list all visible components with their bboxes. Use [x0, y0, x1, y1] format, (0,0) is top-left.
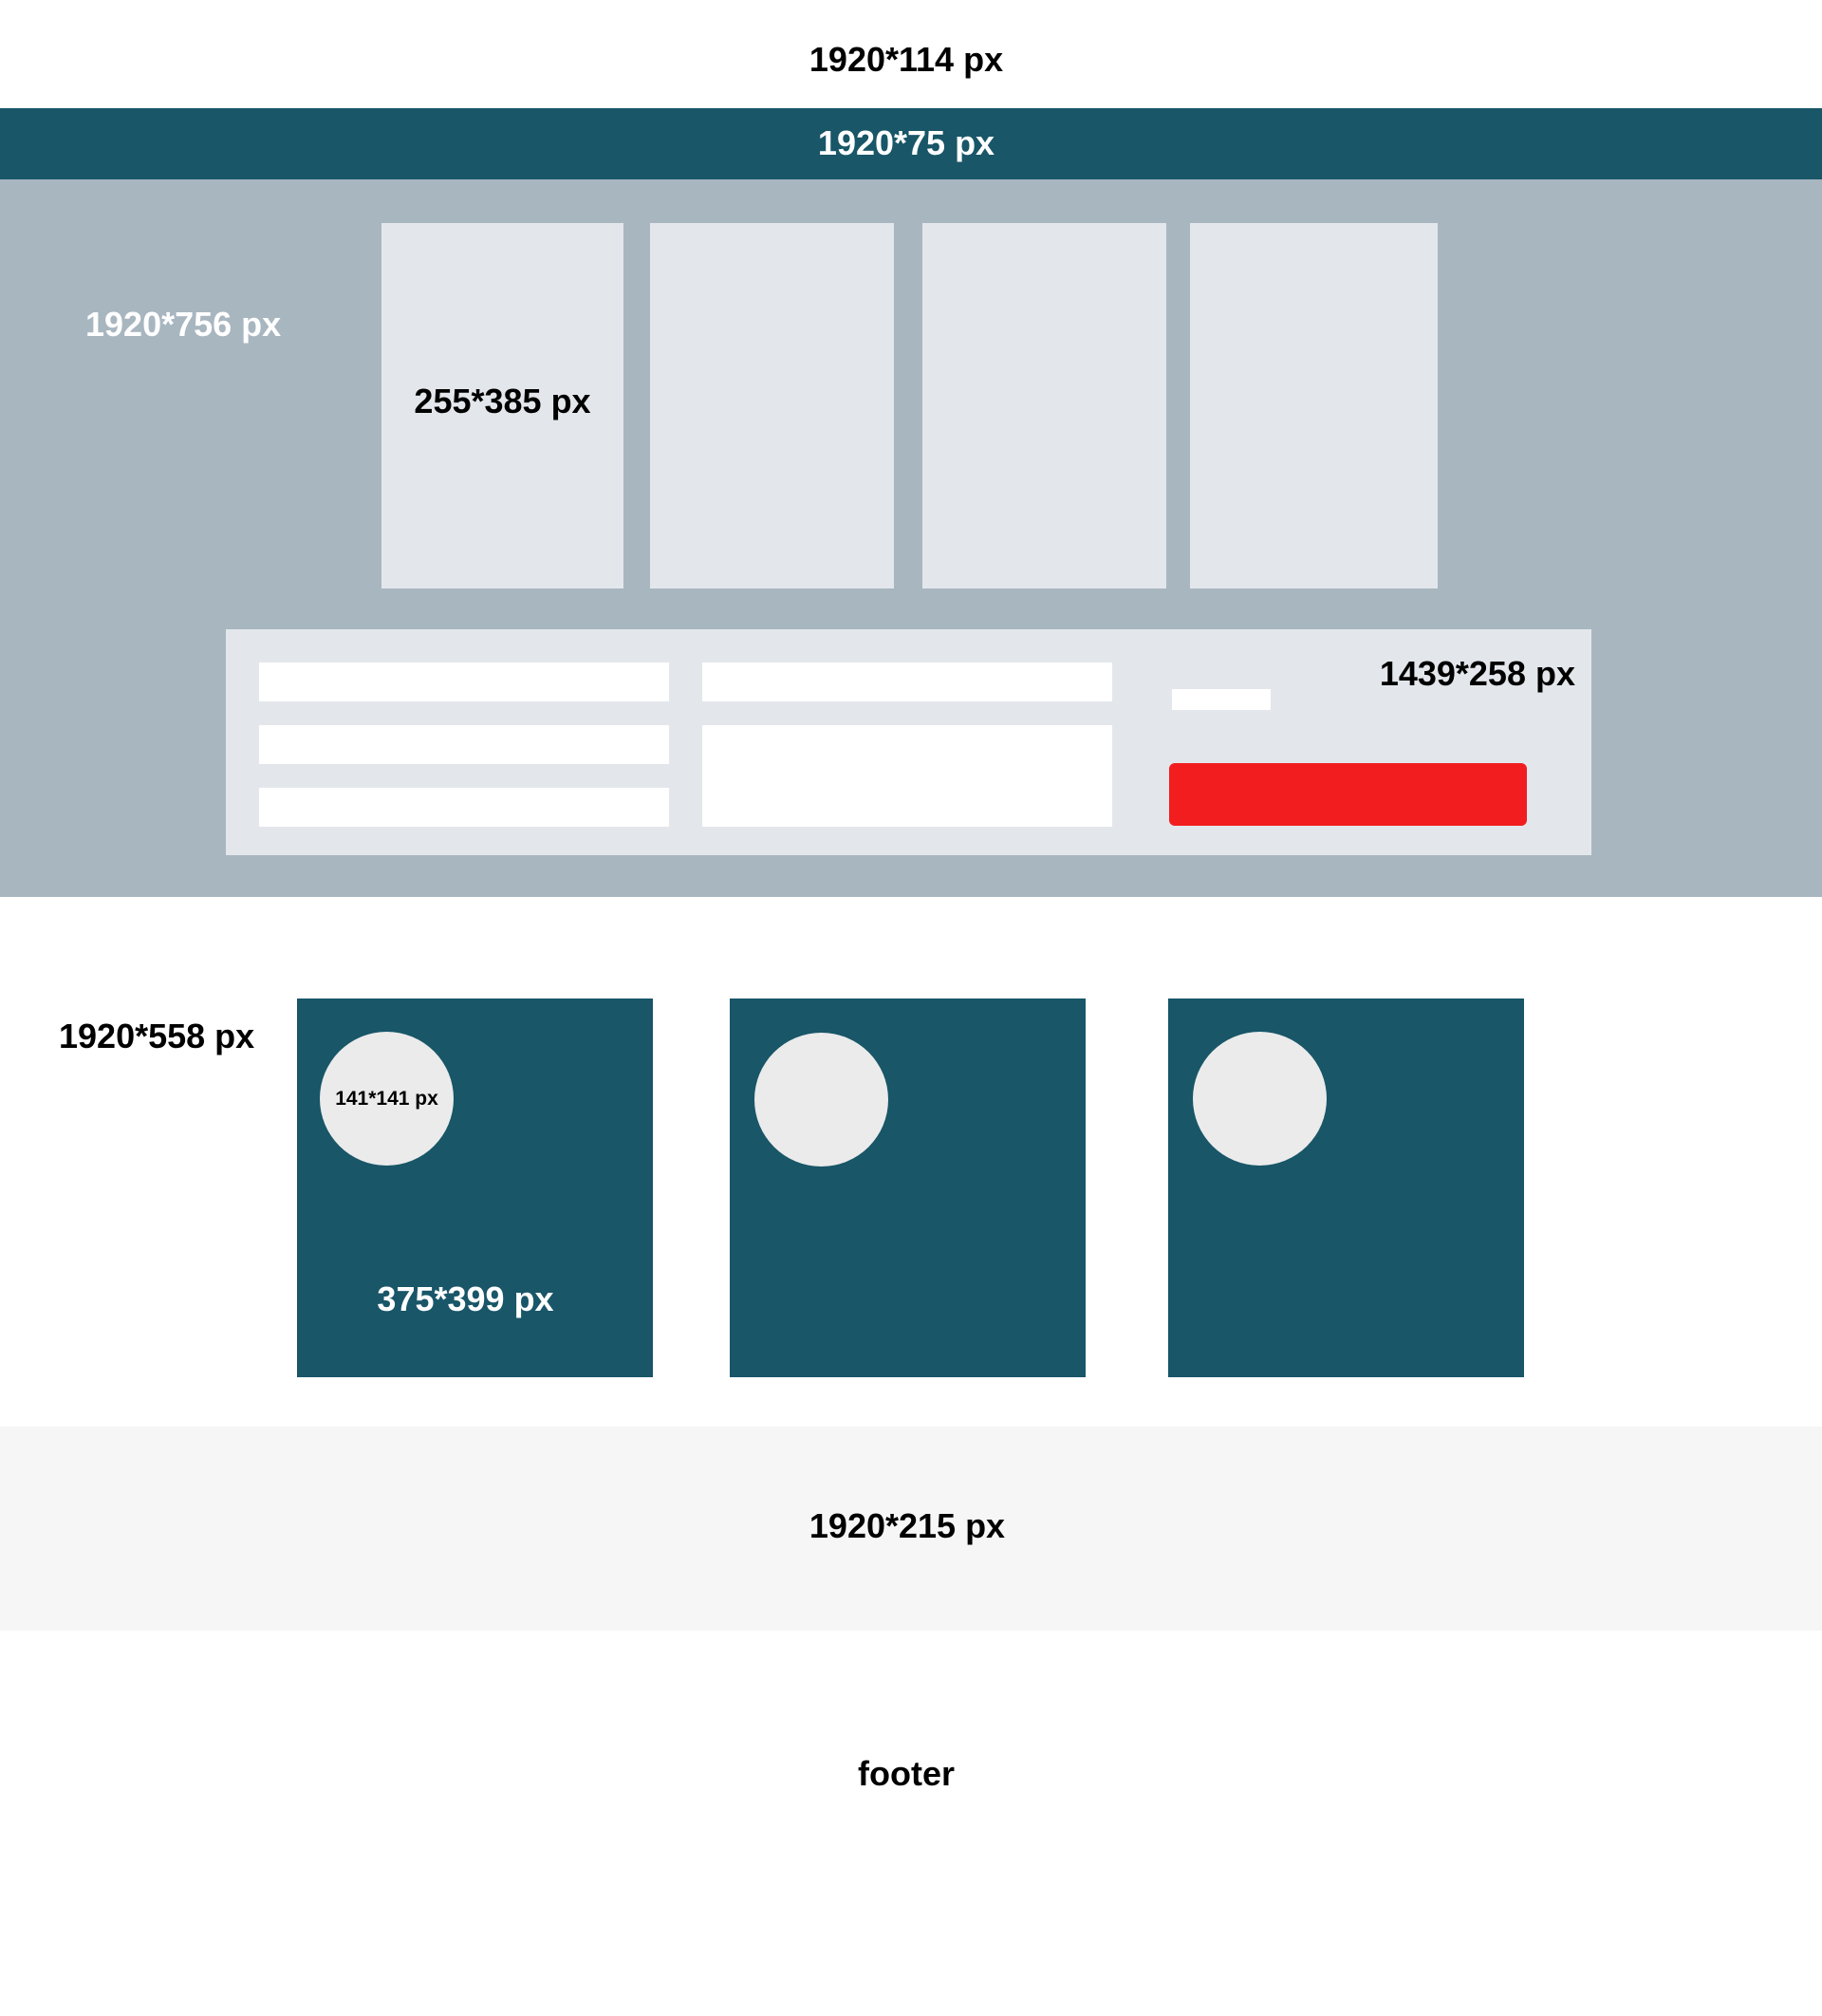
- feature-card-size-label: 375*399 px: [377, 1279, 554, 1318]
- hero-card-size-label: 255*385 px: [414, 382, 591, 420]
- form-panel: 1439*258 px: [226, 629, 1591, 855]
- feature-circle-size-label: 141*141 px: [335, 1088, 438, 1110]
- feature-circle: [754, 1033, 888, 1167]
- form-input[interactable]: [702, 663, 1112, 701]
- header-size-label: 1920*114 px: [809, 40, 1004, 79]
- submit-button[interactable]: [1169, 763, 1527, 826]
- form-textarea[interactable]: [702, 725, 1112, 827]
- hero-card: [650, 223, 894, 588]
- header-section: 1920*114 px: [0, 0, 1822, 108]
- feature-card: 141*141 px 375*399 px: [297, 999, 653, 1377]
- form-input[interactable]: [259, 663, 669, 701]
- form-checkbox-placeholder[interactable]: [1172, 689, 1271, 710]
- hero-card: 255*385 px: [381, 223, 623, 588]
- features-size-label: 1920*558 px: [59, 1017, 255, 1055]
- hero-size-label: 1920*756 px: [85, 305, 282, 344]
- feature-circle: [1193, 1032, 1327, 1166]
- features-section: 1920*558 px 141*141 px 375*399 px: [0, 897, 1822, 1427]
- hero-section: 1920*756 px 255*385 px 1439*258 px: [0, 179, 1822, 897]
- form-input[interactable]: [259, 788, 669, 827]
- nav-size-label: 1920*75 px: [817, 123, 995, 162]
- form-input[interactable]: [259, 725, 669, 764]
- nav-bar: 1920*75 px: [0, 108, 1822, 179]
- band-section: 1920*215 px: [0, 1427, 1822, 1631]
- hero-card: [922, 223, 1166, 588]
- footer-section: footer: [0, 1631, 1822, 2016]
- footer-label: footer: [858, 1754, 955, 1793]
- feature-card: [730, 999, 1086, 1377]
- feature-card: [1168, 999, 1524, 1377]
- form-panel-size-label: 1439*258 px: [1379, 654, 1575, 693]
- hero-card: [1190, 223, 1438, 588]
- band-size-label: 1920*215 px: [809, 1506, 1006, 1545]
- feature-circle: 141*141 px: [320, 1032, 454, 1166]
